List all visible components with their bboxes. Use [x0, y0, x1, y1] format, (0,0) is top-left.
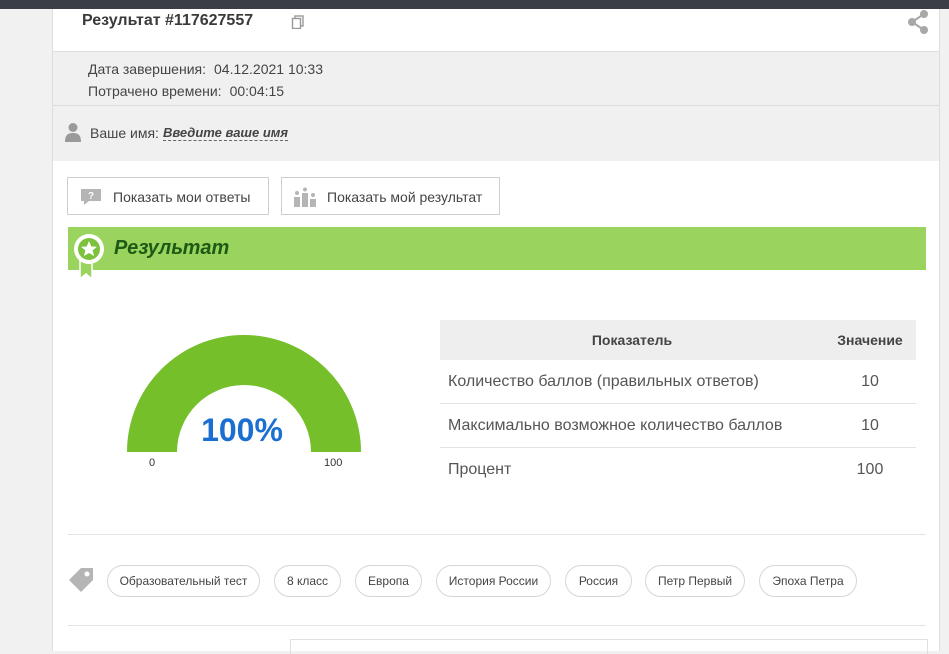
name-input[interactable]: Введите ваше имя	[163, 125, 289, 141]
user-icon	[65, 123, 81, 142]
table-row: Количество баллов (правильных ответов) 1…	[440, 360, 916, 404]
show-answers-button[interactable]: ? Показать мои ответы	[67, 177, 269, 215]
table-cell-label: Количество баллов (правильных ответов)	[440, 360, 824, 404]
score-gauge	[127, 335, 361, 452]
show-result-label: Показать мой результат	[327, 189, 483, 205]
tag-chip[interactable]: История России	[436, 565, 551, 597]
result-section-bar: Результат	[68, 227, 926, 281]
window-top-bar	[0, 0, 949, 9]
show-result-button[interactable]: Показать мой результат	[281, 177, 500, 215]
result-card: Результат #117627557 Дата завершения: 04.…	[52, 9, 940, 654]
section-divider	[68, 534, 926, 535]
result-section-title: Результат	[114, 237, 230, 259]
table-header-value: Значение	[824, 320, 916, 360]
table-header-indicator: Показатель	[440, 320, 824, 360]
tag-chip[interactable]: Россия	[565, 565, 632, 597]
result-title: Результат #117627557	[82, 12, 254, 29]
finish-date-label: Дата завершения:	[88, 61, 206, 77]
time-spent-label: Потрачено времени:	[88, 83, 222, 99]
gauge-min-label: 0	[149, 457, 156, 469]
share-icon[interactable]	[905, 9, 931, 35]
show-answers-label: Показать мои ответы	[113, 189, 251, 205]
tag-chip[interactable]: Европа	[355, 565, 422, 597]
finish-date-row: Дата завершения: 04.12.2021 10:33	[88, 61, 323, 77]
award-ribbon-icon	[74, 234, 104, 281]
result-table: Показатель Значение Количество баллов (п…	[440, 320, 916, 491]
time-spent-value: 00:04:15	[229, 83, 285, 99]
right-gutter	[940, 9, 949, 651]
gauge-max-label: 100	[324, 457, 343, 469]
table-cell-value: 10	[824, 360, 916, 404]
tag-icon	[69, 568, 93, 592]
table-row: Процент 100	[440, 448, 916, 492]
name-row: Ваше имя: Введите ваше имя	[53, 106, 939, 161]
next-section-box	[290, 639, 928, 654]
table-row: Максимально возможное количество баллов …	[440, 403, 916, 448]
left-gutter	[0, 9, 52, 651]
name-label: Ваше имя:	[90, 125, 159, 141]
tag-chip[interactable]: Эпоха Петра	[759, 565, 857, 597]
table-cell-label: Процент	[448, 460, 512, 478]
table-cell-label: Максимально возможное количество баллов	[440, 403, 824, 448]
copy-icon[interactable]	[291, 15, 305, 29]
table-cell-value: 100	[856, 460, 884, 478]
podium-icon	[294, 187, 316, 207]
table-cell-value: 10	[824, 403, 916, 448]
speech-question-icon: ?	[81, 189, 101, 205]
table-header-row: Показатель Значение	[440, 320, 916, 360]
gauge-percent: 100%	[201, 412, 283, 448]
finish-date-value: 04.12.2021 10:33	[214, 61, 323, 77]
result-header: Результат #117627557	[53, 9, 939, 52]
time-spent-row: Потрачено времени: 00:04:15	[88, 83, 284, 99]
tag-chip[interactable]: Петр Первый	[645, 565, 745, 597]
result-meta: Дата завершения: 04.12.2021 10:33 Потраче…	[53, 52, 939, 106]
tag-chip[interactable]: 8 класс	[274, 565, 341, 597]
tag-chip[interactable]: Образовательный тест	[107, 565, 260, 597]
svg-text:?: ?	[88, 191, 94, 202]
section-divider	[68, 625, 926, 626]
